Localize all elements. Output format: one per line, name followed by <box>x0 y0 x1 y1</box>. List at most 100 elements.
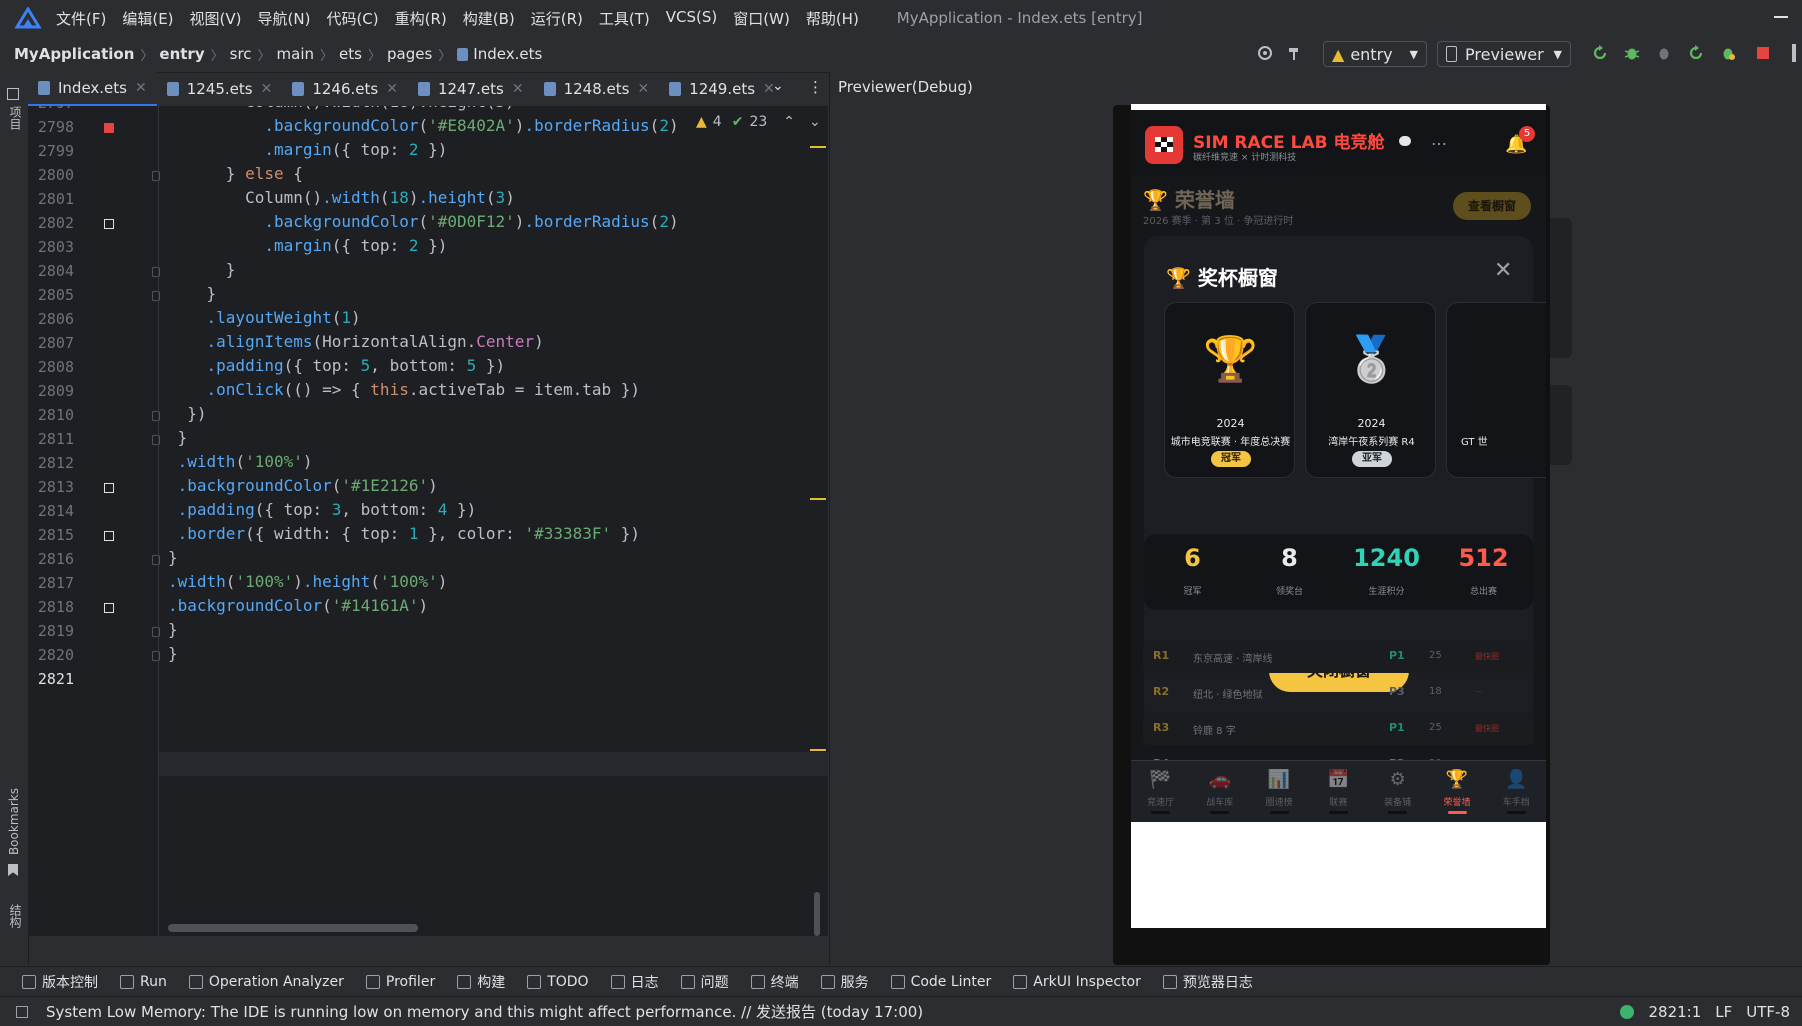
menu-item[interactable]: 导航(N) <box>258 8 311 29</box>
color-swatch-icon[interactable] <box>104 123 114 133</box>
attach-debugger-icon[interactable] <box>1655 44 1673 62</box>
close-icon[interactable]: ✕ <box>1494 258 1512 283</box>
menu-item[interactable]: 运行(R) <box>531 8 583 29</box>
tool-window-button[interactable]: Run <box>120 974 167 990</box>
tool-window-button[interactable]: Profiler <box>365 974 435 990</box>
minimize-button[interactable] <box>1774 16 1788 18</box>
structure-panel-label[interactable]: 结构 <box>7 904 24 928</box>
error-stripe[interactable] <box>810 498 826 500</box>
rerun-icon[interactable] <box>1687 44 1705 62</box>
debug-bug-icon[interactable] <box>1623 44 1641 62</box>
menu-item[interactable]: 重构(R) <box>395 8 447 29</box>
bottom-nav-item[interactable]: ⚙ 装备铺 <box>1368 761 1427 823</box>
close-tab-icon[interactable]: ✕ <box>637 81 649 97</box>
error-stripe[interactable] <box>810 146 826 148</box>
close-tab-icon[interactable]: ✕ <box>512 81 524 97</box>
more-toolbar-icon[interactable] <box>1792 44 1796 62</box>
tool-window-button[interactable]: 日志 <box>610 972 659 992</box>
editor-tab[interactable]: 1249.ets ✕ <box>659 72 785 106</box>
breadcrumb-item[interactable]: main <box>277 45 314 63</box>
bottom-nav-item[interactable]: 📅 联赛 <box>1309 761 1368 823</box>
breadcrumb-item[interactable]: MyApplication <box>14 45 134 63</box>
color-swatch-icon[interactable] <box>104 603 114 613</box>
vertical-scrollbar[interactable] <box>814 892 820 936</box>
color-swatch-icon[interactable] <box>104 219 114 229</box>
bookmark-icon[interactable] <box>8 864 18 876</box>
breadcrumb-item[interactable]: Index.ets <box>473 45 542 63</box>
close-tab-icon[interactable]: ✕ <box>261 81 273 97</box>
chevron-up-icon[interactable]: ⌃ <box>783 114 795 130</box>
tool-window-button[interactable]: 问题 <box>680 972 729 992</box>
editor-tab[interactable]: 1247.ets ✕ <box>408 72 534 106</box>
bottom-nav-item[interactable]: 🏁 竞速厅 <box>1131 761 1190 823</box>
more-options-icon[interactable]: ⋮ <box>808 78 823 96</box>
refresh-icon[interactable] <box>1591 44 1609 62</box>
bottom-nav-item[interactable]: 📊 圈速榜 <box>1250 761 1309 823</box>
run-target-select[interactable]: Previewer ▼ <box>1437 41 1571 67</box>
inspection-widget[interactable]: ▲ 4 ✔ 23 ⌃ ⌄ <box>696 114 821 130</box>
editor-tab[interactable]: 1248.ets ✕ <box>534 72 660 106</box>
menu-item[interactable]: 帮助(H) <box>806 8 859 29</box>
tool-window-button[interactable]: Operation Analyzer <box>188 974 344 990</box>
bottom-nav-item[interactable]: 👤 车手档 <box>1487 761 1546 823</box>
breadcrumb-item[interactable]: ets <box>339 45 362 63</box>
hammer-icon[interactable] <box>1286 44 1304 62</box>
profile-bug-icon[interactable] <box>1719 44 1737 62</box>
race-row[interactable]: R1 东京高速 · 湾岸线 P1 25 最快圈 <box>1143 641 1534 673</box>
tool-window-button[interactable]: 终端 <box>750 972 799 992</box>
module-select[interactable]: ▲ entry ▼ <box>1323 41 1427 67</box>
stop-icon[interactable] <box>1754 44 1772 62</box>
file-encoding[interactable]: UTF-8 <box>1746 1003 1790 1021</box>
horizontal-scrollbar[interactable] <box>168 924 418 932</box>
status-message[interactable]: System Low Memory: The IDE is running lo… <box>46 1001 923 1022</box>
tool-window-button[interactable]: TODO <box>527 974 589 990</box>
folder-icon[interactable] <box>7 88 19 100</box>
menu-item[interactable]: 视图(V) <box>190 8 242 29</box>
view-cabinet-button[interactable]: 查看橱窗 <box>1453 192 1531 220</box>
status-panel-icon[interactable] <box>16 1005 28 1018</box>
tool-window-button[interactable]: 构建 <box>457 972 505 992</box>
tool-window-button[interactable]: 服务 <box>820 972 869 992</box>
editor-tab[interactable]: 1246.ets ✕ <box>282 72 408 106</box>
menu-item[interactable]: 窗口(W) <box>733 8 790 29</box>
tool-window-button[interactable]: ArkUI Inspector <box>1013 974 1141 990</box>
bottom-nav-item[interactable]: 🏆 荣誉墙 <box>1428 761 1487 823</box>
code-editor[interactable]: 2797 2798 2799 2800 2801 2802 2803 2804 2805 2806… <box>28 106 828 936</box>
color-swatch-icon[interactable] <box>104 483 114 493</box>
editor-tab[interactable]: 1245.ets ✕ <box>157 72 283 106</box>
menu-item[interactable]: 编辑(E) <box>122 8 173 29</box>
menu-item[interactable]: VCS(S) <box>666 8 717 29</box>
close-tab-icon[interactable]: ✕ <box>135 80 147 96</box>
more-dots-icon[interactable]: … <box>1431 130 1447 149</box>
editor-tab[interactable]: Index.ets ✕ <box>28 72 157 106</box>
menu-item[interactable]: 文件(F) <box>56 8 106 29</box>
race-row[interactable]: R2 纽北 · 绿色地狱 P3 18 — <box>1143 677 1534 709</box>
bottom-nav-item[interactable]: 🚗 战车库 <box>1190 761 1249 823</box>
menu-item[interactable]: 工具(T) <box>599 8 650 29</box>
tabs-overflow-icon[interactable]: ⌄ <box>772 78 784 94</box>
menu-item[interactable]: 代码(C) <box>326 8 378 29</box>
breadcrumb-item[interactable]: entry <box>159 45 204 63</box>
line-separator[interactable]: LF <box>1715 1003 1732 1021</box>
menu-item[interactable]: 构建(B) <box>463 8 515 29</box>
target-icon[interactable] <box>1256 44 1274 62</box>
tool-window-button[interactable]: 预览器日志 <box>1162 972 1253 992</box>
trophy-card[interactable]: 🥈 2024 湾岸午夜系列赛 R4 亚军 <box>1305 302 1436 478</box>
tool-window-button[interactable]: 版本控制 <box>22 972 98 992</box>
tool-window-button[interactable]: Code Linter <box>890 974 991 990</box>
error-stripe[interactable] <box>810 749 826 751</box>
close-tab-icon[interactable]: ✕ <box>386 81 398 97</box>
color-swatch-icon[interactable] <box>104 531 114 541</box>
race-tag: 最快圈 <box>1475 724 1499 733</box>
breadcrumb-item[interactable]: pages <box>387 45 432 63</box>
chat-bubble-icon[interactable] <box>1399 136 1411 146</box>
race-row[interactable]: R3 铃鹿 8 字 P1 25 最快圈 <box>1143 713 1534 745</box>
trophy-card[interactable]: GT 世 <box>1446 302 1546 478</box>
project-panel-label[interactable]: 项目 <box>7 106 24 130</box>
breadcrumb-item[interactable]: src <box>230 45 252 63</box>
chevron-down-icon[interactable]: ⌄ <box>809 114 821 130</box>
trophy-card[interactable]: 🏆 2024 城市电竞联赛 · 年度总决赛 冠军 <box>1164 302 1295 478</box>
caret-position[interactable]: 2821:1 <box>1648 1003 1701 1021</box>
ets-file-icon <box>417 82 430 96</box>
bookmarks-panel-label[interactable]: Bookmarks <box>7 788 21 855</box>
